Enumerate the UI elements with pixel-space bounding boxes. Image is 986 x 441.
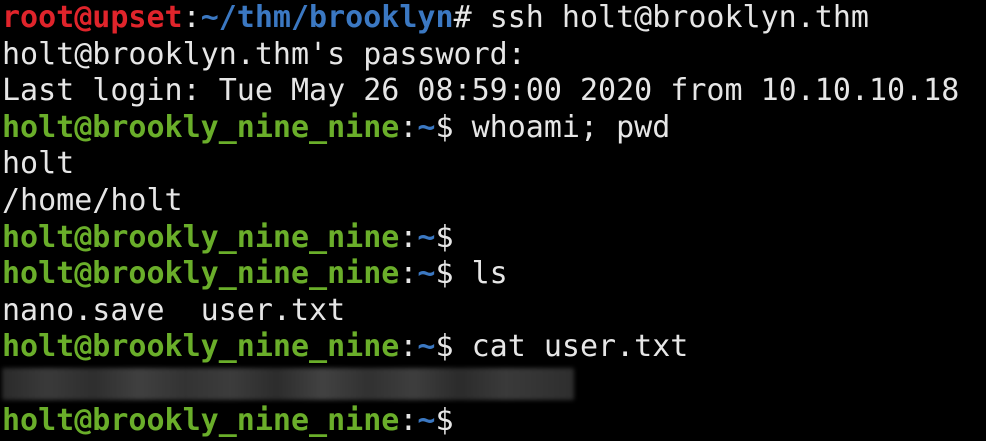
prompt-path: ~ bbox=[417, 256, 436, 292]
prompt-symbol: $ bbox=[435, 402, 454, 438]
prompt-separator: : bbox=[399, 329, 418, 365]
prompt-user: holt@brookly_nine_nine bbox=[2, 109, 400, 145]
prompt-path: ~ bbox=[417, 219, 436, 255]
terminal-line-empty-prompt: holt@brookly_nine_nine:~$ bbox=[2, 220, 986, 257]
prompt-path: ~ bbox=[417, 402, 436, 438]
prompt-symbol: $ bbox=[435, 219, 454, 255]
prompt-user: holt@brookly_nine_nine bbox=[2, 402, 400, 438]
terminal-line-ls-command: holt@brookly_nine_nine:~$ ls bbox=[2, 256, 986, 293]
prompt-path: ~ bbox=[417, 329, 436, 365]
output-whoami: holt bbox=[2, 146, 75, 182]
prompt-separator: : bbox=[399, 109, 418, 145]
output-ls: nano.save user.txt bbox=[2, 292, 346, 328]
terminal-line-final-prompt[interactable]: holt@brookly_nine_nine:~$ bbox=[2, 403, 986, 440]
redaction-blur bbox=[2, 367, 574, 400]
prompt-path: ~ bbox=[417, 109, 436, 145]
prompt-separator: : bbox=[399, 402, 418, 438]
prompt-user: holt@brookly_nine_nine bbox=[2, 219, 400, 255]
prompt-separator: : bbox=[399, 219, 418, 255]
prompt-symbol: $ bbox=[435, 256, 472, 292]
prompt-user: holt@brookly_nine_nine bbox=[2, 329, 400, 365]
terminal-line-whoami-command: holt@brookly_nine_nine:~$ whoami; pwd bbox=[2, 110, 986, 147]
output-redacted-flag bbox=[2, 366, 986, 403]
output-pwd: /home/holt bbox=[2, 182, 183, 218]
prompt-symbol: $ bbox=[435, 109, 472, 145]
terminal-line-ssh-command: root@upset:~/thm/brooklyn# ssh holt@broo… bbox=[2, 0, 986, 37]
command-text: whoami; pwd bbox=[471, 109, 671, 145]
terminal-line-cat-command: holt@brookly_nine_nine:~$ cat user.txt bbox=[2, 329, 986, 366]
command-text: ssh holt@brooklyn.thm bbox=[489, 0, 869, 35]
terminal-window[interactable]: root@upset:~/thm/brooklyn# ssh holt@broo… bbox=[0, 0, 986, 441]
output-last-login: Last login: Tue May 26 08:59:00 2020 fro… bbox=[2, 73, 960, 109]
prompt-symbol: $ bbox=[435, 329, 472, 365]
command-text: cat user.txt bbox=[471, 329, 689, 365]
prompt-separator: : bbox=[182, 0, 201, 35]
command-text: ls bbox=[471, 256, 508, 292]
prompt-user: root@upset bbox=[2, 0, 183, 35]
prompt-separator: : bbox=[399, 256, 418, 292]
output-password-prompt: holt@brooklyn.thm's password: bbox=[2, 36, 526, 72]
prompt-symbol: # bbox=[453, 0, 490, 35]
prompt-path: ~/thm/brooklyn bbox=[200, 0, 454, 35]
prompt-user: holt@brookly_nine_nine bbox=[2, 256, 400, 292]
